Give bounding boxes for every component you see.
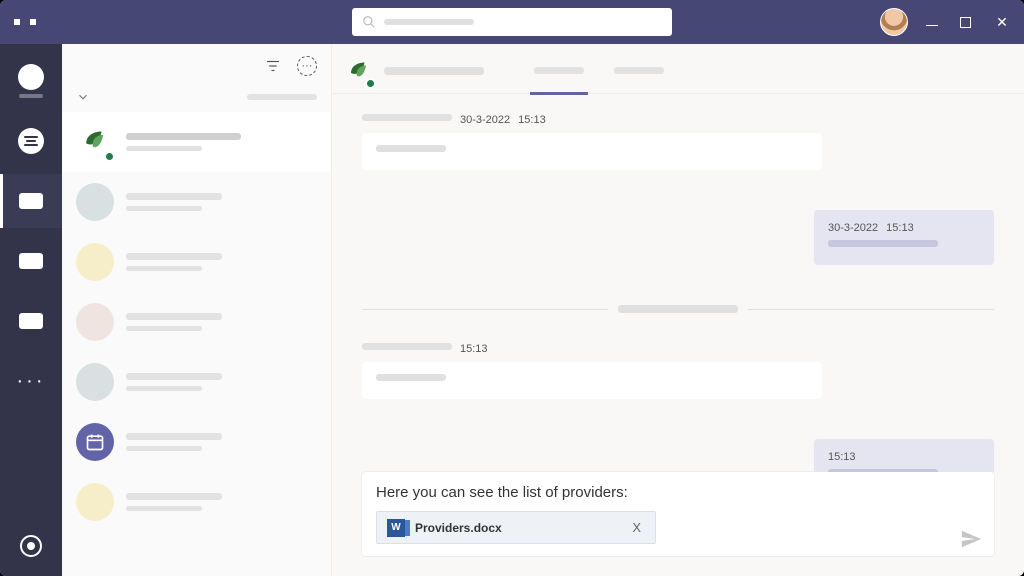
app-rail: ···: [0, 44, 62, 576]
chat-list-item[interactable]: [62, 472, 331, 532]
rail-activity[interactable]: [0, 54, 62, 108]
rail-calendar[interactable]: [0, 234, 62, 288]
section-title: [247, 94, 317, 100]
conversation-title: [384, 67, 484, 75]
rail-label: [19, 94, 43, 98]
calendar-icon: [85, 432, 105, 452]
chat-list-item[interactable]: [62, 112, 331, 172]
message-meta: 15:13: [828, 451, 980, 463]
chat-list-header: [62, 44, 331, 88]
presence-available-icon: [365, 78, 376, 89]
word-doc-icon: W: [387, 519, 405, 537]
chat-item-text: [126, 253, 317, 271]
contact-avatar: [76, 303, 114, 341]
message-time: 15:13: [460, 343, 488, 356]
chat-list-panel: [62, 44, 332, 576]
attachment-remove[interactable]: X: [628, 518, 645, 537]
message-incoming: 15:13: [362, 343, 822, 399]
window-maximize[interactable]: [960, 17, 976, 28]
chat-list-item[interactable]: [62, 292, 331, 352]
chat-list-item[interactable]: [62, 352, 331, 412]
attachment-name: Providers.docx: [415, 521, 618, 535]
conversation-tabs: [534, 47, 664, 95]
contact-avatar: [76, 123, 114, 161]
search-icon: [362, 15, 376, 29]
chat-item-text: [126, 313, 317, 331]
message-meta: 30-3-2022 15:13: [362, 114, 822, 127]
attachment-chip[interactable]: W Providers.docx X: [376, 511, 656, 544]
date-divider: [362, 305, 994, 313]
rail-chat[interactable]: [0, 114, 62, 168]
compose-box[interactable]: Here you can see the list of providers: …: [362, 472, 994, 556]
calls-icon: [19, 313, 43, 329]
message-date: 30-3-2022: [460, 114, 510, 127]
chat-list-item[interactable]: [62, 172, 331, 232]
conversation-body: 30-3-2022 15:13 30-3-2022 15:13: [332, 94, 1024, 472]
send-icon[interactable]: [960, 528, 982, 550]
new-chat-icon[interactable]: [297, 56, 317, 76]
contact-avatar: [76, 183, 114, 221]
message-bubble[interactable]: [362, 362, 822, 399]
calendar-icon: [19, 253, 43, 269]
conversation-header: [332, 44, 1024, 94]
rail-teams[interactable]: [0, 174, 62, 228]
title-bar-left: [14, 19, 36, 25]
compose-area: Here you can see the list of providers: …: [332, 472, 1024, 576]
activity-icon: [18, 64, 44, 90]
chat-item-text: [126, 193, 317, 211]
message-date: 30-3-2022: [828, 222, 878, 234]
chat-item-text: [126, 493, 317, 511]
tb-dot-icon: [30, 19, 36, 25]
contact-avatar: [76, 483, 114, 521]
message-outgoing: 15:13: [534, 439, 994, 472]
tb-dot-icon: [14, 19, 20, 25]
contact-avatar: [76, 363, 114, 401]
message-meta: 15:13: [362, 343, 822, 356]
search-placeholder: [384, 19, 474, 25]
tab-files[interactable]: [614, 47, 664, 95]
chat-list-section[interactable]: [62, 88, 331, 112]
message-bubble[interactable]: [362, 133, 822, 170]
message-time: 15:13: [518, 114, 546, 127]
window-minimize[interactable]: [926, 19, 942, 26]
app-body: ···: [0, 44, 1024, 576]
compose-text[interactable]: Here you can see the list of providers:: [376, 484, 980, 501]
title-bar-right: [880, 8, 1010, 36]
chat-item-text: [126, 433, 317, 451]
conversation-avatar: [342, 55, 374, 87]
message-bubble[interactable]: 30-3-2022 15:13: [814, 210, 994, 265]
message-incoming: 30-3-2022 15:13: [362, 114, 822, 170]
contact-avatar: [76, 423, 114, 461]
chat-item-text: [126, 373, 317, 391]
conversation-panel: 30-3-2022 15:13 30-3-2022 15:13: [332, 44, 1024, 576]
chat-list-item[interactable]: [62, 412, 331, 472]
message-time: 15:13: [886, 222, 914, 234]
chat-item-text: [126, 133, 317, 151]
tab-chat[interactable]: [534, 47, 584, 95]
window-close[interactable]: [994, 14, 1010, 31]
more-icon: ···: [17, 370, 46, 393]
teams-icon: [19, 193, 43, 209]
chevron-down-icon: [76, 90, 90, 104]
rail-more[interactable]: ···: [0, 354, 62, 408]
help-icon: [20, 535, 42, 557]
contact-avatar: [76, 243, 114, 281]
user-avatar[interactable]: [880, 8, 908, 36]
rail-help[interactable]: [0, 516, 62, 576]
app-window: ···: [0, 0, 1024, 576]
message-bubble[interactable]: 15:13: [814, 439, 994, 472]
filter-icon[interactable]: [263, 56, 283, 76]
chat-list-item[interactable]: [62, 232, 331, 292]
rail-calls[interactable]: [0, 294, 62, 348]
title-bar: [0, 0, 1024, 44]
message-time: 15:13: [828, 451, 856, 463]
chat-icon: [18, 128, 44, 154]
message-meta: 30-3-2022 15:13: [828, 222, 980, 234]
search-input[interactable]: [352, 8, 672, 36]
message-outgoing: 30-3-2022 15:13: [534, 210, 994, 265]
presence-available-icon: [104, 151, 115, 162]
